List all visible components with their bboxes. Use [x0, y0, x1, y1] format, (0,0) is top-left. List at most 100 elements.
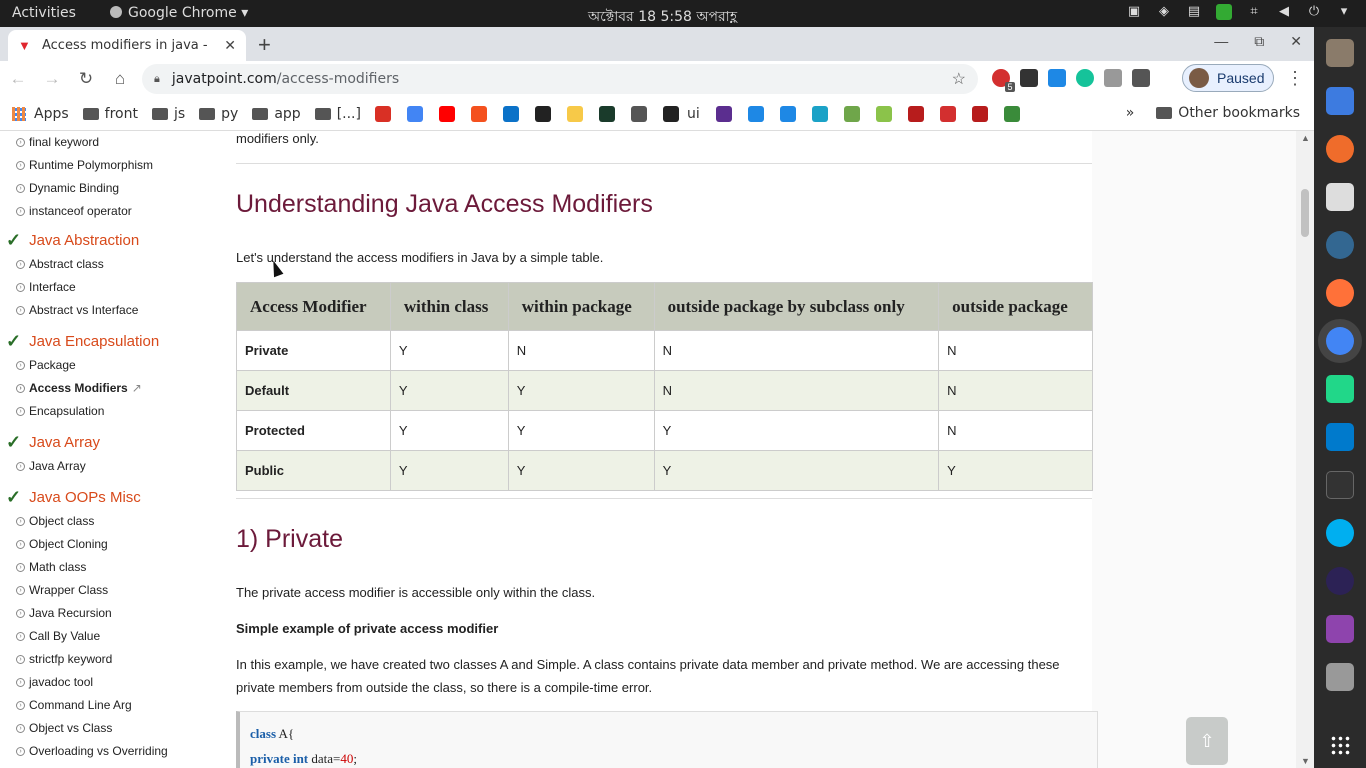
postgresql-app-icon[interactable] — [1326, 231, 1354, 259]
mail-icon[interactable]: ◈ — [1156, 4, 1172, 20]
todo-app-icon[interactable] — [1326, 87, 1354, 115]
sidebar-section-heading[interactable]: ✓ Java OOPs Misc — [6, 487, 141, 508]
home-button[interactable]: ⌂ — [104, 69, 136, 89]
forward-button[interactable]: → — [36, 69, 68, 89]
bookmark-folder-js[interactable]: js — [151, 106, 185, 122]
phpmyadmin-app-icon[interactable] — [1326, 183, 1354, 211]
grammarly-extension-icon[interactable] — [1076, 69, 1094, 87]
shield-icon[interactable] — [1216, 4, 1232, 20]
minimize-button[interactable]: — — [1214, 33, 1228, 50]
tab-access-modifiers[interactable]: ▼ Access modifiers in java - ✕ — [8, 30, 246, 61]
bookmark-site-icon[interactable] — [566, 105, 583, 122]
bookmark-site-icon[interactable] — [875, 105, 892, 122]
clock[interactable]: অক্টোবর 18 5:58 অপরাহ্ণ — [588, 5, 737, 29]
sidebar-item[interactable]: › strictfp keyword — [16, 652, 112, 666]
ft-extension-icon[interactable] — [1048, 69, 1066, 87]
bookmark-folder-more[interactable]: [...] — [314, 106, 361, 122]
lock-icon[interactable]: 🔒︎ — [154, 73, 160, 86]
bookmark-folder-front[interactable]: front — [82, 106, 138, 122]
bookmark-site-icon[interactable] — [502, 105, 519, 122]
bookmark-ui-label[interactable]: ui — [687, 106, 700, 122]
sidebar-item[interactable]: › Command Line Arg — [16, 698, 132, 712]
power-icon[interactable]: ⏻ — [1306, 4, 1322, 20]
maximize-button[interactable]: ⧉ — [1254, 33, 1264, 50]
bookmark-site-icon[interactable] — [470, 105, 487, 122]
bookmarks-overflow-button[interactable]: » — [1126, 105, 1135, 121]
code-block[interactable]: class A{ private int data=40; — [236, 711, 1098, 768]
show-applications-icon[interactable] — [1330, 735, 1350, 755]
bookmark-site-icon[interactable] — [971, 105, 988, 122]
sidebar-item[interactable]: › Object vs Class — [16, 721, 112, 735]
sidebar-item[interactable]: › Dynamic Binding — [16, 181, 119, 195]
storage-app-icon[interactable] — [1326, 663, 1354, 691]
sidebar-item[interactable]: › Runtime Polymorphism — [16, 158, 153, 172]
tray-menu-arrow-icon[interactable]: ▾ — [1336, 4, 1352, 20]
sidebar-item[interactable]: › Java Array — [16, 459, 86, 473]
firefox-app-icon[interactable] — [1326, 279, 1354, 307]
screen-icon[interactable]: ▤ — [1186, 4, 1202, 20]
postman-app-icon[interactable] — [1326, 135, 1354, 163]
profile-button[interactable]: Paused — [1182, 64, 1274, 92]
bookmark-star-icon[interactable]: ☆ — [952, 69, 966, 89]
bookmark-site-icon[interactable] — [843, 105, 860, 122]
volume-icon[interactable]: ◀ — [1276, 4, 1292, 20]
sidebar-item[interactable]: › Java Recursion — [16, 606, 112, 620]
sidebar-item[interactable]: › Call By Value — [16, 629, 100, 643]
sidebar-item[interactable]: › Math class — [16, 560, 86, 574]
bookmark-site-icon[interactable] — [630, 105, 647, 122]
page-scrollbar[interactable]: ▲ ▼ — [1296, 131, 1314, 768]
other-bookmarks[interactable]: Other bookmarks — [1156, 105, 1300, 121]
url-text[interactable]: javatpoint.com/access-modifiers — [172, 71, 952, 87]
sidebar-item[interactable]: › Wrapper Class — [16, 583, 108, 597]
media-player-app-icon[interactable] — [1326, 615, 1354, 643]
sidebar-item[interactable]: › Object Cloning — [16, 537, 108, 551]
sidebar-item[interactable]: › Abstract vs Interface — [16, 303, 138, 317]
bookmark-site-icon[interactable] — [1003, 105, 1020, 122]
terminal-app-icon[interactable] — [1326, 471, 1354, 499]
files-app-icon[interactable] — [1326, 39, 1354, 67]
sidebar-item[interactable]: › Access Modifiers ↗ — [16, 381, 142, 395]
chrome-app-icon[interactable] — [1326, 327, 1354, 355]
mail-extension-icon[interactable] — [1104, 69, 1122, 87]
new-tab-button[interactable]: + — [258, 32, 271, 58]
address-bar[interactable]: 🔒︎ javatpoint.com/access-modifiers ☆ — [142, 64, 978, 94]
sidebar-section-heading[interactable]: ✓ Java Encapsulation — [6, 331, 159, 352]
chrome-menu-icon[interactable]: ⋮ — [1286, 68, 1304, 89]
close-window-button[interactable]: ✕ — [1290, 33, 1302, 50]
bookmark-apps[interactable]: Apps — [12, 106, 69, 122]
sidebar-item[interactable]: › final keyword — [16, 135, 99, 149]
reload-button[interactable]: ↻ — [70, 69, 102, 89]
eclipse-app-icon[interactable] — [1326, 567, 1354, 595]
scroll-up-arrow-icon[interactable]: ▲ — [1301, 133, 1310, 143]
bookmark-site-icon[interactable] — [662, 105, 679, 122]
bookmark-site-icon[interactable] — [715, 105, 732, 122]
bookmark-site-icon[interactable] — [779, 105, 796, 122]
bookmark-site-icon[interactable] — [534, 105, 551, 122]
back-button[interactable]: ← — [2, 69, 34, 89]
puzzle-extensions-icon[interactable] — [1132, 69, 1150, 87]
sidebar-item[interactable]: › Encapsulation — [16, 404, 104, 418]
sidebar-item[interactable]: › Overloading vs Overriding — [16, 744, 168, 758]
scrollbar-thumb[interactable] — [1301, 189, 1309, 237]
bookmark-site-icon[interactable] — [598, 105, 615, 122]
sidebar-item[interactable]: › Package — [16, 358, 76, 372]
bookmark-folder-app[interactable]: app — [252, 106, 301, 122]
sidebar-item[interactable]: › javadoc tool — [16, 675, 93, 689]
skype-app-icon[interactable] — [1326, 519, 1354, 547]
camera-icon[interactable]: ▣ — [1126, 4, 1142, 20]
bookmark-site-icon[interactable] — [811, 105, 828, 122]
app-menu[interactable]: Google Chrome ▾ — [110, 5, 248, 21]
sidebar-section-heading[interactable]: ✓ Java Abstraction — [6, 230, 139, 251]
vscode-app-icon[interactable] — [1326, 423, 1354, 451]
bookmark-site-icon[interactable] — [939, 105, 956, 122]
scroll-down-arrow-icon[interactable]: ▼ — [1301, 756, 1310, 766]
scroll-to-top-button[interactable]: ⇧ — [1186, 717, 1228, 765]
bookmark-site-icon[interactable] — [438, 105, 455, 122]
network-icon[interactable]: ⌗ — [1246, 4, 1262, 20]
bookmark-site-icon[interactable] — [907, 105, 924, 122]
sidebar-item[interactable]: › instanceof operator — [16, 204, 132, 218]
bookmark-folder-py[interactable]: py — [199, 106, 238, 122]
sidebar-section-heading[interactable]: ✓ Java Array — [6, 432, 100, 453]
close-tab-icon[interactable]: ✕ — [224, 37, 236, 54]
system-tray[interactable]: ▣ ◈ ▤ ⌗ ◀ ⏻ ▾ — [1126, 4, 1352, 20]
